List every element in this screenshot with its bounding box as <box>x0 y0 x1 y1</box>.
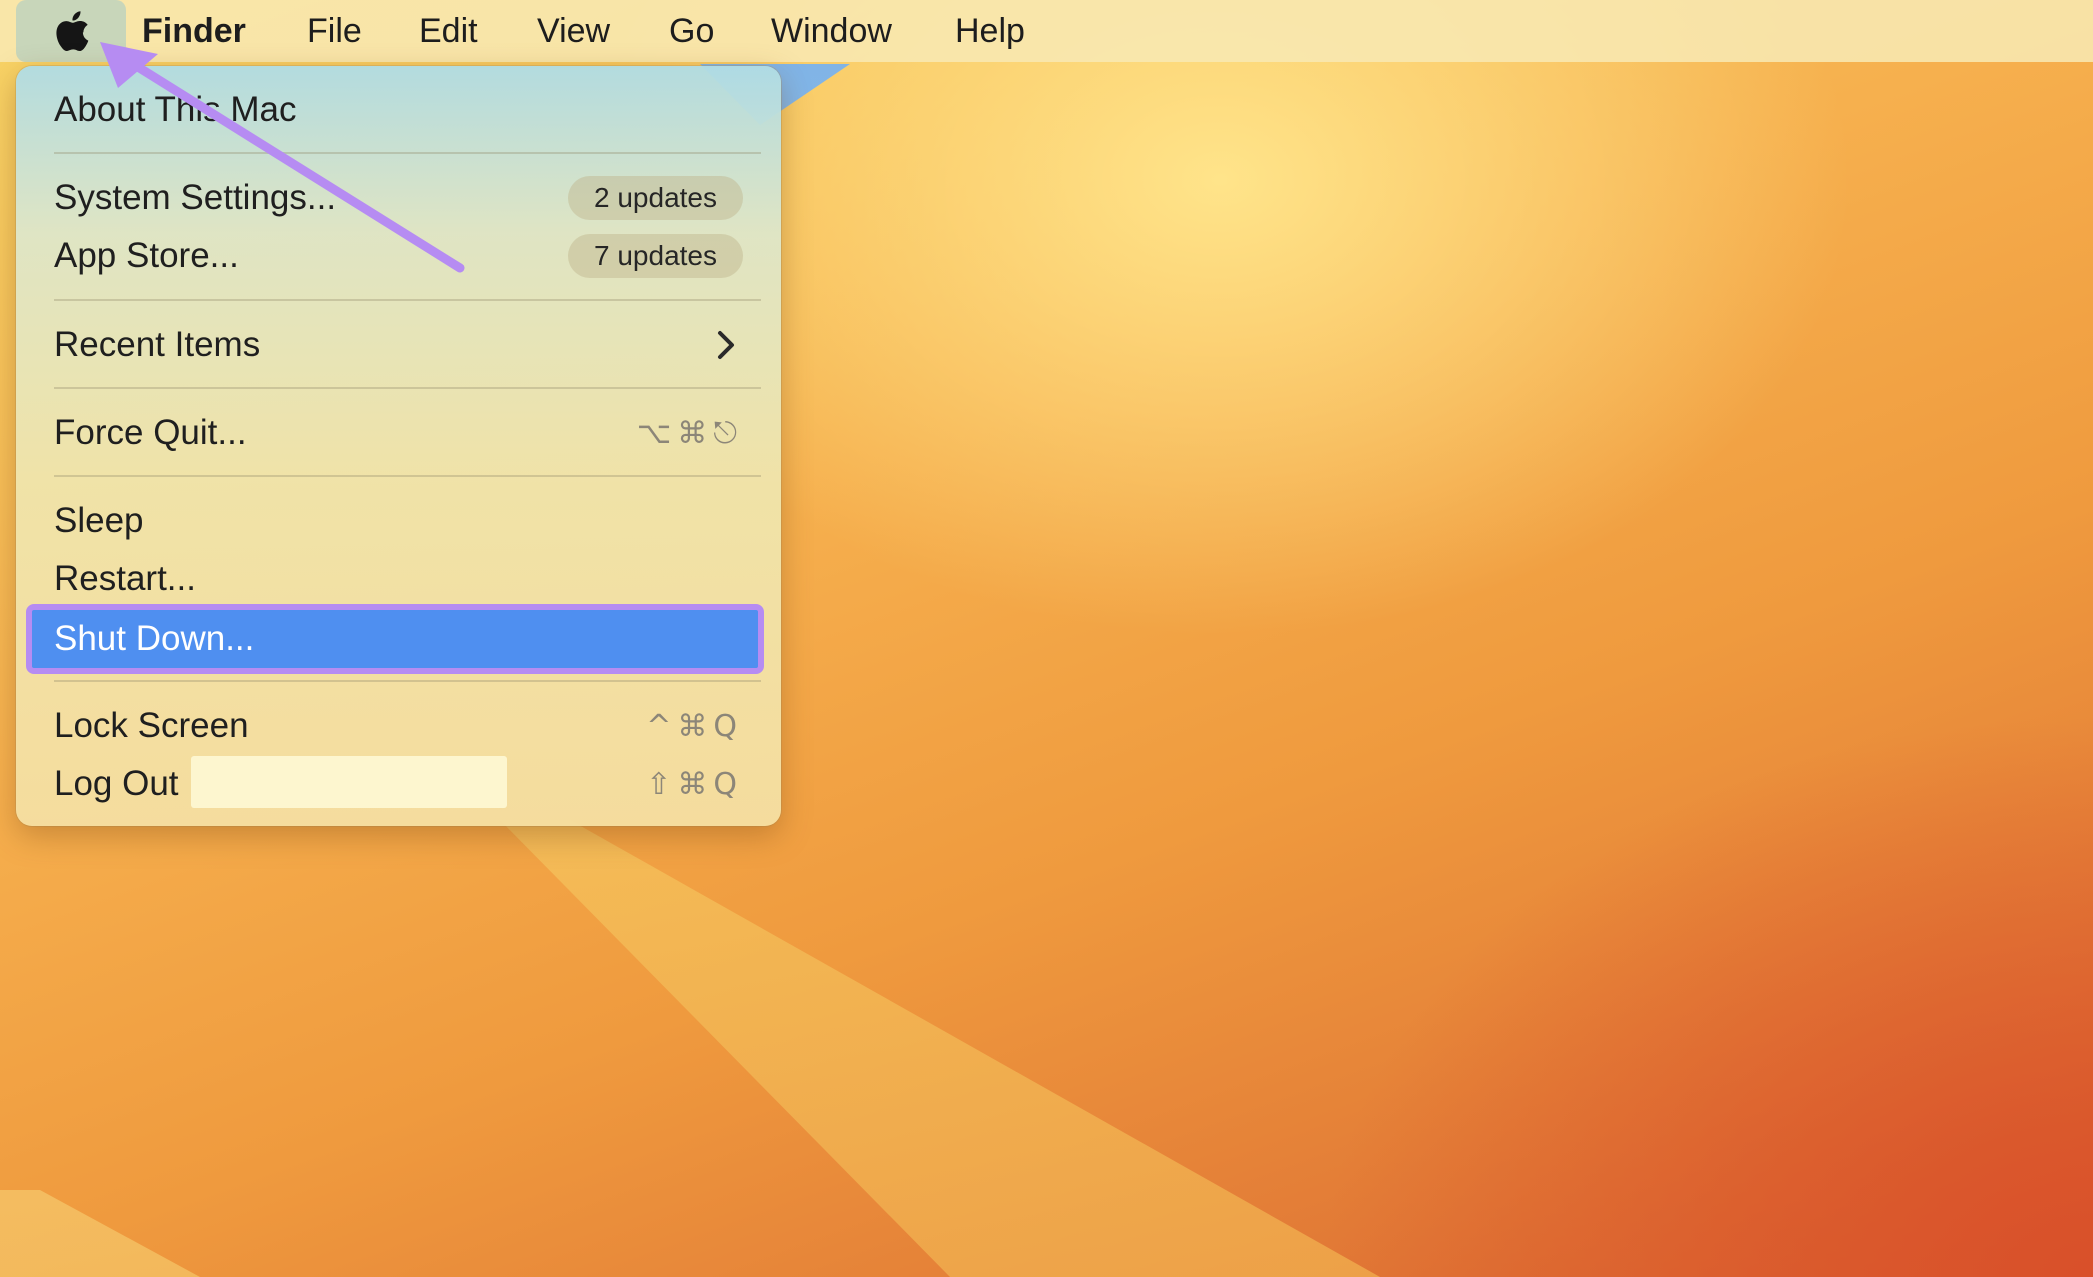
menu-view[interactable]: View <box>537 0 610 62</box>
menu-item-label: Restart... <box>54 559 196 598</box>
menu-separator <box>54 387 761 389</box>
keyboard-shortcut: ⌥⌘⎋ <box>636 415 743 451</box>
apple-menu-dropdown: About This Mac System Settings... 2 upda… <box>16 66 781 826</box>
chevron-right-icon <box>718 331 734 359</box>
menu-item-shut-down[interactable]: Shut Down... <box>26 604 764 674</box>
menu-item-app-store[interactable]: App Store... 7 updates <box>16 227 781 285</box>
apple-logo-icon <box>56 11 89 52</box>
menu-separator <box>54 680 761 682</box>
menu-item-label: Sleep <box>54 501 144 540</box>
menu-file[interactable]: File <box>307 0 362 62</box>
menu-item-sleep[interactable]: Sleep <box>16 492 781 550</box>
menu-finder[interactable]: Finder <box>142 0 246 62</box>
menu-item-lock-screen[interactable]: Lock Screen ^⌘Q <box>16 697 781 755</box>
menu-item-label: Recent Items <box>54 325 261 364</box>
menu-help[interactable]: Help <box>955 0 1025 62</box>
redacted-username <box>191 756 507 808</box>
menu-item-label: App Store... <box>54 236 239 275</box>
keyboard-shortcut: ^⌘Q <box>646 708 743 744</box>
menu-item-label: Shut Down... <box>54 619 255 658</box>
menu-item-force-quit[interactable]: Force Quit... ⌥⌘⎋ <box>16 404 781 462</box>
keyboard-shortcut: ⇧⌘Q <box>646 766 743 802</box>
menu-bar: Finder File Edit View Go Window Help <box>0 0 2093 62</box>
menu-item-label: Lock Screen <box>54 706 249 745</box>
menu-item-restart[interactable]: Restart... <box>16 550 781 608</box>
menu-item-label: About This Mac <box>54 90 297 129</box>
menu-item-label: Log Out <box>54 764 179 803</box>
menu-item-label: Force Quit... <box>54 413 247 452</box>
menu-go[interactable]: Go <box>669 0 714 62</box>
updates-badge: 7 updates <box>568 234 743 278</box>
menu-item-system-settings[interactable]: System Settings... 2 updates <box>16 169 781 227</box>
menu-separator <box>54 299 761 301</box>
menu-item-label: System Settings... <box>54 178 337 217</box>
updates-badge: 2 updates <box>568 176 743 220</box>
menu-item-recent-items[interactable]: Recent Items <box>16 316 781 374</box>
menu-separator <box>54 475 761 477</box>
menu-item-about-this-mac[interactable]: About This Mac <box>16 81 781 139</box>
apple-menu-button[interactable] <box>16 0 126 62</box>
menu-edit[interactable]: Edit <box>419 0 478 62</box>
menu-window[interactable]: Window <box>771 0 892 62</box>
menu-separator <box>54 152 761 154</box>
